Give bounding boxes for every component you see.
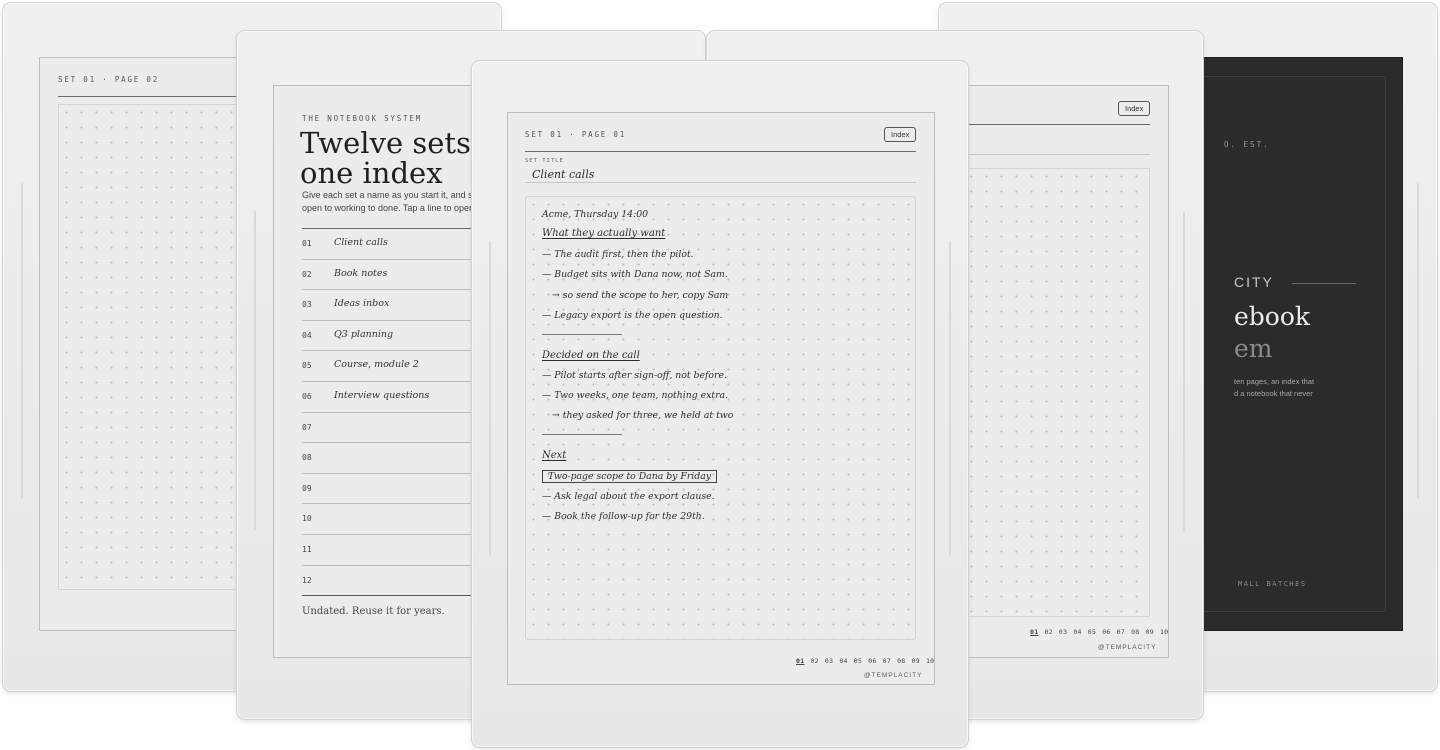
tablet-edge-detail bbox=[1417, 183, 1419, 498]
note-line: — Pilot starts after sign-off, not befor… bbox=[542, 370, 727, 381]
title-rule bbox=[525, 182, 916, 183]
page-pager: 01 02 03 04 05 06 07 08 09 10 bbox=[796, 657, 934, 665]
cover-brand-word: CITY bbox=[1234, 274, 1274, 290]
header-rule bbox=[525, 151, 916, 152]
index-row-number: 09 bbox=[302, 483, 312, 493]
cover-desc-line-2: d a notebook that never bbox=[1234, 389, 1313, 398]
index-row-number: 07 bbox=[302, 422, 312, 432]
cover-title-line-1: ebook bbox=[1234, 302, 1311, 331]
note-heading-wants: What they actually want bbox=[542, 228, 666, 239]
pager-page-02[interactable]: 02 bbox=[810, 657, 818, 665]
pager-page-05[interactable]: 05 bbox=[1088, 628, 1096, 636]
note-heading-next: Next bbox=[542, 450, 567, 461]
note-line: — Budget sits with Dana now, not Sam. bbox=[542, 269, 728, 280]
pager-page-01[interactable]: 01 bbox=[1030, 628, 1038, 636]
index-row-number: 05 bbox=[302, 361, 312, 371]
pager-page-07[interactable]: 07 bbox=[1117, 628, 1125, 636]
pager-page-10[interactable]: 10 bbox=[1160, 628, 1168, 636]
pager-page-06[interactable]: 06 bbox=[1102, 628, 1110, 636]
pager-page-04[interactable]: 04 bbox=[839, 657, 847, 665]
index-row-number: 03 bbox=[302, 300, 312, 310]
pager-page-07[interactable]: 07 bbox=[883, 657, 891, 665]
index-title-line-2: one index bbox=[300, 156, 443, 190]
cover-title-line-2: em bbox=[1234, 334, 1273, 363]
pager-page-05[interactable]: 05 bbox=[854, 657, 862, 665]
pager-page-02[interactable]: 02 bbox=[1044, 628, 1052, 636]
index-row-label: Course, module 2 bbox=[334, 359, 419, 371]
brand-mark: @TEMPLACITY bbox=[864, 672, 923, 679]
index-title-line-1: Twelve sets, bbox=[300, 126, 481, 160]
index-row-label: Interview questions bbox=[334, 390, 430, 401]
note-subline: → they asked for three, we held at two bbox=[552, 410, 734, 421]
note-subline: → so send the scope to her, copy Sam bbox=[552, 290, 729, 301]
tablet-edge-detail bbox=[1183, 211, 1185, 531]
tablet-edge-detail-right bbox=[949, 241, 951, 556]
index-row-label: Ideas inbox bbox=[334, 298, 390, 310]
note-line: — Book the follow-up for the 29th. bbox=[542, 511, 705, 522]
set-title: Client calls bbox=[532, 168, 595, 181]
index-button[interactable]: Index bbox=[884, 127, 917, 142]
index-button[interactable]: Index bbox=[1118, 101, 1151, 116]
note-heading-decided: Decided on the call bbox=[542, 350, 640, 361]
page-pager: 01 02 03 04 05 06 07 08 09 10 bbox=[1030, 628, 1168, 636]
pager-page-09[interactable]: 09 bbox=[912, 657, 920, 665]
tablet-edge-detail bbox=[254, 211, 256, 531]
index-footer: Undated. Reuse it for years. bbox=[302, 606, 445, 617]
brand-mark: @TEMPLACITY bbox=[1098, 644, 1157, 651]
note-meeting-line: Acme, Thursday 14:00 bbox=[542, 209, 649, 220]
index-row-number: 04 bbox=[302, 330, 312, 340]
index-row-number: 10 bbox=[302, 514, 312, 524]
set-title-label: SET TITLE bbox=[525, 158, 564, 164]
note-line: — Two weeks, one team, nothing extra. bbox=[542, 390, 729, 401]
pager-page-09[interactable]: 09 bbox=[1146, 628, 1154, 636]
pager-page-06[interactable]: 06 bbox=[868, 657, 876, 665]
index-description-line-2: open to working to done. Tap a line to o… bbox=[302, 203, 482, 213]
note-line: — Ask legal about the export clause. bbox=[542, 491, 715, 502]
cover-desc-line-1: ten pages, an index that bbox=[1234, 377, 1315, 386]
pager-page-03[interactable]: 03 bbox=[825, 657, 833, 665]
index-row-number: 02 bbox=[302, 269, 312, 279]
tablet-edge-detail bbox=[21, 183, 23, 498]
index-row-number: 06 bbox=[302, 392, 312, 401]
tablet-screen: SET 01 · PAGE 01 Index SET TITLE Client … bbox=[507, 112, 935, 685]
note-divider bbox=[542, 434, 622, 435]
cover-est-label: O. EST. bbox=[1224, 140, 1270, 149]
notes-area[interactable]: Acme, Thursday 14:00 What they actually … bbox=[525, 196, 916, 640]
pager-page-03[interactable]: 03 bbox=[1059, 628, 1067, 636]
index-row-label: Book notes bbox=[334, 267, 388, 279]
cover-footer: MALL BATCHES bbox=[1238, 580, 1307, 588]
index-row-number: 12 bbox=[302, 575, 312, 585]
pager-page-08[interactable]: 08 bbox=[1131, 628, 1139, 636]
pager-page-04[interactable]: 04 bbox=[1073, 628, 1081, 636]
page-header: SET 01 · PAGE 01 bbox=[525, 130, 627, 139]
index-row-label: Q3 planning bbox=[334, 328, 394, 340]
page-header: SET 01 · PAGE 02 bbox=[58, 75, 160, 84]
note-boxed-task: Two-page scope to Dana by Friday bbox=[542, 470, 717, 483]
note-line: — Legacy export is the open question. bbox=[542, 310, 723, 321]
pager-page-01[interactable]: 01 bbox=[796, 657, 804, 665]
tablet-edge-detail-left bbox=[489, 241, 491, 556]
eyebrow-label: THE NOTEBOOK SYSTEM bbox=[302, 114, 422, 123]
index-row-number: 01 bbox=[302, 239, 312, 248]
index-row-number: 11 bbox=[302, 545, 312, 554]
pager-page-10[interactable]: 10 bbox=[926, 657, 934, 665]
pager-page-08[interactable]: 08 bbox=[897, 657, 905, 665]
index-row-number: 08 bbox=[302, 453, 312, 463]
tablet-set-page-01: SET 01 · PAGE 01 Index SET TITLE Client … bbox=[471, 60, 969, 748]
note-divider bbox=[542, 334, 622, 335]
cover-brand-rule bbox=[1292, 283, 1356, 284]
note-line: — The audit first, then the pilot. bbox=[542, 249, 694, 260]
index-row-label: Client calls bbox=[334, 237, 388, 248]
index-description-line-1: Give each set a name as you start it, an… bbox=[302, 190, 483, 200]
